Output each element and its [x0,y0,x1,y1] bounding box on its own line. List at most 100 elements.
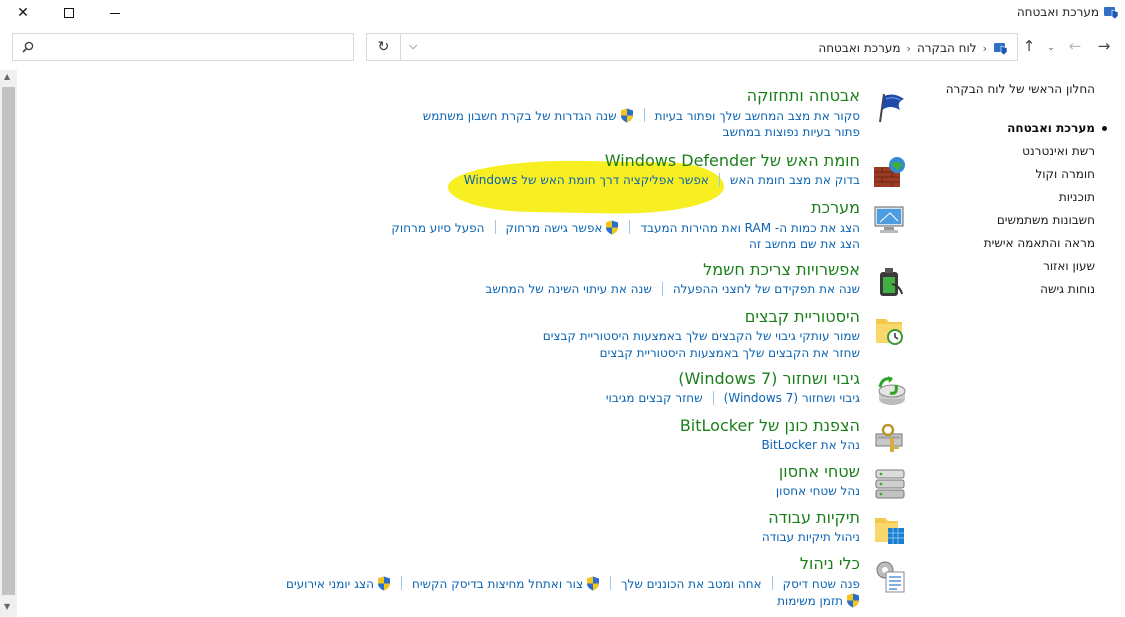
task-link[interactable]: שנה את תפקידם של לחצני ההפעלה [673,282,860,296]
scrollbar-thumb[interactable] [2,87,15,595]
sidebar-item-system-security[interactable]: מערכת ואבטחה [895,117,1107,140]
scroll-up-icon[interactable]: ▲ [4,72,10,81]
category-title[interactable]: הצפנת כונן של BitLocker [680,416,860,435]
title-bar: ✕ מערכת ואבטחה [0,0,1125,26]
task-link[interactable]: אפשר אפליקציה דרך חומת האש של Windows [464,173,709,187]
task-link[interactable]: שנה הגדרות של בקרת חשבון משתמש [423,108,634,123]
uac-shield-icon [606,220,619,235]
recent-locations-button[interactable]: ⌄ [1043,39,1059,57]
sidebar: החלון הראשי של לוח הבקרה מערכת ואבטחה רש… [895,82,1107,301]
task-link[interactable]: שנה את עיתוי השינה של המחשב [485,282,651,296]
forward-button[interactable]: ← [1067,37,1083,55]
task-link-row: הצג את כמות ה- RAM ואת מהירות המעבד אפשר … [391,220,860,235]
task-link[interactable]: שחזר קבצים מגיבוי [606,391,703,405]
work-folders-icon [875,518,904,544]
maximize-button[interactable] [46,0,92,26]
category-title[interactable]: כלי ניהול [800,554,860,573]
breadcrumb: ‹ לוח הבקרה ‹ מערכת ואבטחה [818,40,1009,56]
task-link-row: סקור את מצב המחשב שלך ופתור בעיות שנה הגד… [423,108,860,123]
link-divider [661,282,663,296]
task-link-label: שנה את עיתוי השינה של המחשב [485,282,652,296]
task-link-label: שחזר את הקבצים שלך באמצעות היסטוריית קבצ… [599,346,860,360]
task-link-label: אפשר אפליקציה דרך חומת האש של Windows [463,173,709,187]
breadcrumb-item[interactable]: לוח הבקרה [917,41,977,55]
category-title[interactable]: תיקיות עבודה [768,508,860,527]
task-link-row: שמור עותקי גיבוי של הקבצים שלך באמצעות ה… [543,329,860,343]
back-button[interactable]: → [1096,37,1112,55]
task-link[interactable]: שחזר את הקבצים שלך באמצעות היסטוריית קבצ… [600,346,860,360]
close-button[interactable]: ✕ [0,0,46,26]
task-link[interactable]: שמור עותקי גיבוי של הקבצים שלך באמצעות ה… [543,329,860,343]
breadcrumb-item[interactable]: מערכת ואבטחה [818,41,900,55]
minimize-button[interactable] [92,0,138,26]
task-link-label: פנה שטח דיסק [782,576,860,591]
chevron-down-icon[interactable]: ⌵ [409,39,417,53]
task-link[interactable]: ניהול תיקיות עבודה [762,530,860,544]
task-link[interactable]: הפעל סיוע מרחוק [391,220,484,235]
task-link-label: בדוק את מצב חומת האש [729,173,860,187]
chevron-left-icon[interactable]: ‹ [983,42,987,55]
up-button[interactable]: ↑ [1021,37,1037,55]
chevron-left-icon[interactable]: ‹ [907,42,911,55]
link-divider [771,576,773,590]
task-link[interactable]: אחה ומטב את הכוננים שלך [621,576,761,591]
task-link[interactable]: פנה שטח דיסק [783,576,860,591]
sidebar-item-appearance[interactable]: מראה והתאמה אישית [895,232,1095,255]
task-link-label: נהל שטחי אחסון [775,484,860,498]
task-link-label: נהל את BitLocker [761,438,860,452]
category-title[interactable]: גיבוי ושחזור (Windows 7) [678,369,860,388]
category-title[interactable]: אבטחה ותחזוקה [747,86,860,105]
task-link-row: פנה שטח דיסק אחה ומטב את הכוננים שלך צור ו… [286,576,860,591]
task-link[interactable]: צור ואתחל מחיצות בדיסק הקשיח [412,576,600,591]
scrollbar[interactable]: ▲ ▼ [0,70,17,617]
backup-restore-icon [878,376,906,405]
sidebar-item-hardware[interactable]: חומרה וקול [895,163,1095,186]
control-panel-icon [994,43,1008,56]
firewall-icon [874,157,905,187]
category-title[interactable]: חומת האש של Windows Defender [605,151,860,170]
task-link-label: שחזר קבצים מגיבוי [605,391,703,405]
sidebar-item-network[interactable]: רשת ואינטרנט [895,140,1095,163]
task-link[interactable]: פתור בעיות נפוצות במחשב [723,125,860,139]
link-divider [712,391,714,405]
task-link[interactable]: גיבוי ושחזור (Windows 7) [724,391,860,405]
task-link[interactable]: הצג את שם מחשב זה [749,237,860,251]
refresh-button[interactable]: ↻ [366,33,400,61]
task-link[interactable]: הצג יומני אירועים [286,576,391,591]
task-link-label: שמור עותקי גיבוי של הקבצים שלך באמצעות ה… [542,329,860,343]
sidebar-item-programs[interactable]: תוכניות [895,186,1095,209]
task-link[interactable]: הצג את כמות ה- RAM ואת מהירות המעבד [640,220,860,235]
scroll-down-icon[interactable]: ▼ [4,602,10,611]
arrow-up-icon: ↑ [1022,37,1036,55]
task-link[interactable]: נהל שטחי אחסון [776,484,860,498]
task-link-label: שנה את תפקידם של לחצני ההפעלה [672,282,860,296]
task-link[interactable]: בדוק את מצב חומת האש [730,173,860,187]
task-link[interactable]: אפשר גישה מרחוק [506,220,620,235]
close-icon: ✕ [17,5,29,21]
search-input[interactable] [12,33,354,61]
category-title[interactable]: אפשרויות צריכת חשמל [703,260,860,279]
task-link-row: שחזר את הקבצים שלך באמצעות היסטוריית קבצ… [600,346,860,360]
task-link-label: שנה הגדרות של בקרת חשבון משתמש [422,108,617,123]
storage-spaces-icon [875,469,905,499]
task-link-label: הפעל סיוע מרחוק [391,220,485,235]
task-link-row: תזמן משימות [777,593,860,608]
power-options-icon [880,268,903,296]
uac-shield-icon [847,593,859,608]
task-link[interactable]: נהל את BitLocker [761,438,860,452]
uac-shield-icon [587,576,600,591]
task-link[interactable]: סקור את מצב המחשב שלך ופתור בעיות [655,108,860,123]
task-link-label: הצג יומני אירועים [285,576,375,591]
sidebar-item-accounts[interactable]: חשבונות משתמשים [895,209,1095,232]
category-title[interactable]: היסטוריית קבצים [745,307,860,326]
task-link-label: פתור בעיות נפוצות במחשב [722,125,860,139]
sidebar-home-link[interactable]: החלון הראשי של לוח הבקרה [895,82,1095,96]
sidebar-item-clock[interactable]: שעון ואזור [895,255,1095,278]
task-link[interactable]: תזמן משימות [777,593,860,608]
sidebar-item-ease-of-access[interactable]: נוחות גישה [895,278,1095,301]
task-link-row: בדוק את מצב חומת האש אפשר אפליקציה דרך חו… [464,173,860,187]
maximize-icon [64,8,74,18]
category-title[interactable]: שטחי אחסון [779,462,860,481]
address-bar[interactable]: ‹ לוח הבקרה ‹ מערכת ואבטחה ⌵ [400,33,1018,61]
category-title[interactable]: מערכת [811,198,860,217]
